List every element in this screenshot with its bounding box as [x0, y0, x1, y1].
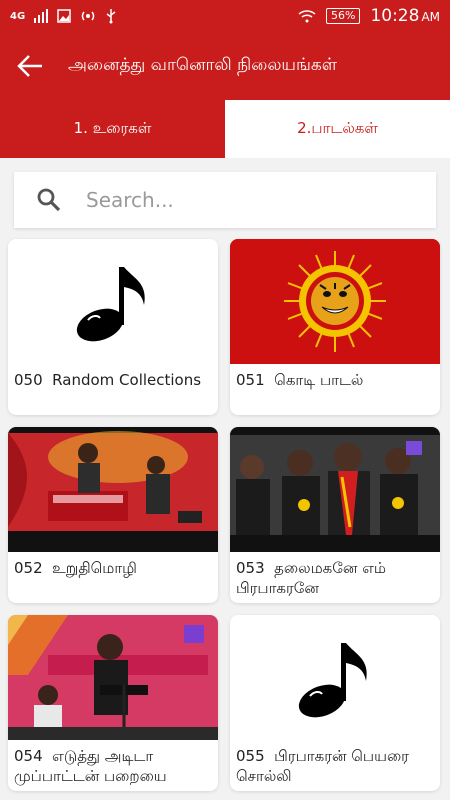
arrow-left-icon: [17, 55, 42, 77]
signal-icon: [34, 9, 49, 23]
clock: 10:28 AM: [370, 6, 440, 26]
song-label: 055 பிரபாகரன் பெயரை சொல்லி: [236, 747, 414, 785]
clock-ampm: AM: [421, 10, 440, 24]
clock-time: 10:28: [370, 6, 420, 26]
song-card[interactable]: 055 பிரபாகரன் பெயரை சொல்லி: [230, 615, 440, 791]
search-input[interactable]: [84, 187, 408, 213]
song-grid: 050 Random Collections 051 கொடி பாடல் 05…: [8, 239, 442, 791]
wifi-icon: [298, 10, 316, 23]
tab-speeches[interactable]: 1. உரைகள்: [0, 100, 225, 158]
status-icons-right: 56% 10:28 AM: [298, 6, 440, 26]
page-title: அனைத்து வானொலி நிலையங்கள்: [68, 55, 338, 75]
song-label: 052 உறுதிமொழி: [14, 559, 137, 577]
back-button[interactable]: [2, 32, 58, 100]
song-card[interactable]: 052 உறுதிமொழி: [8, 427, 218, 603]
song-card[interactable]: 054 எடுத்து அடிடா முப்பாட்டன் பறையை: [8, 615, 218, 791]
song-label: 053 தலைமகனே எம் பிரபாகரனே: [236, 559, 391, 597]
song-card[interactable]: 053 தலைமகனே எம் பிரபாகரனே: [230, 427, 440, 603]
status-icons-left: 4G: [10, 8, 117, 24]
song-label: 050 Random Collections: [14, 371, 202, 389]
song-card[interactable]: 050 Random Collections: [8, 239, 218, 415]
tiger-flag-image: [230, 239, 440, 364]
song-label: 051 கொடி பாடல்: [236, 371, 364, 389]
song-label: 054 எடுத்து அடிடா முப்பாட்டன் பறையை: [14, 747, 167, 785]
music-note-icon: [230, 615, 440, 740]
tab-bar: 1. உரைகள் 2.பாடல்கள்: [0, 100, 450, 158]
battery-indicator: 56%: [325, 8, 361, 24]
usb-icon: [106, 9, 116, 24]
song-card[interactable]: 051 கொடி பாடல்: [230, 239, 440, 415]
image-notification-icon: [57, 9, 71, 23]
search-icon: [14, 187, 84, 213]
status-bar: 4G 56% 10:28 AM: [0, 0, 450, 32]
music-note-icon: [8, 239, 218, 364]
search-bar: [14, 172, 436, 228]
stage-photo-image: [8, 427, 218, 552]
crowd-photo-image: [230, 427, 440, 552]
singer-photo-image: [8, 615, 218, 740]
network-type: 4G: [10, 10, 26, 22]
app-bar: அனைத்து வானொலி நிலையங்கள்: [0, 32, 450, 100]
tab-songs[interactable]: 2.பாடல்கள்: [225, 100, 450, 158]
hotspot-icon: [81, 11, 95, 21]
